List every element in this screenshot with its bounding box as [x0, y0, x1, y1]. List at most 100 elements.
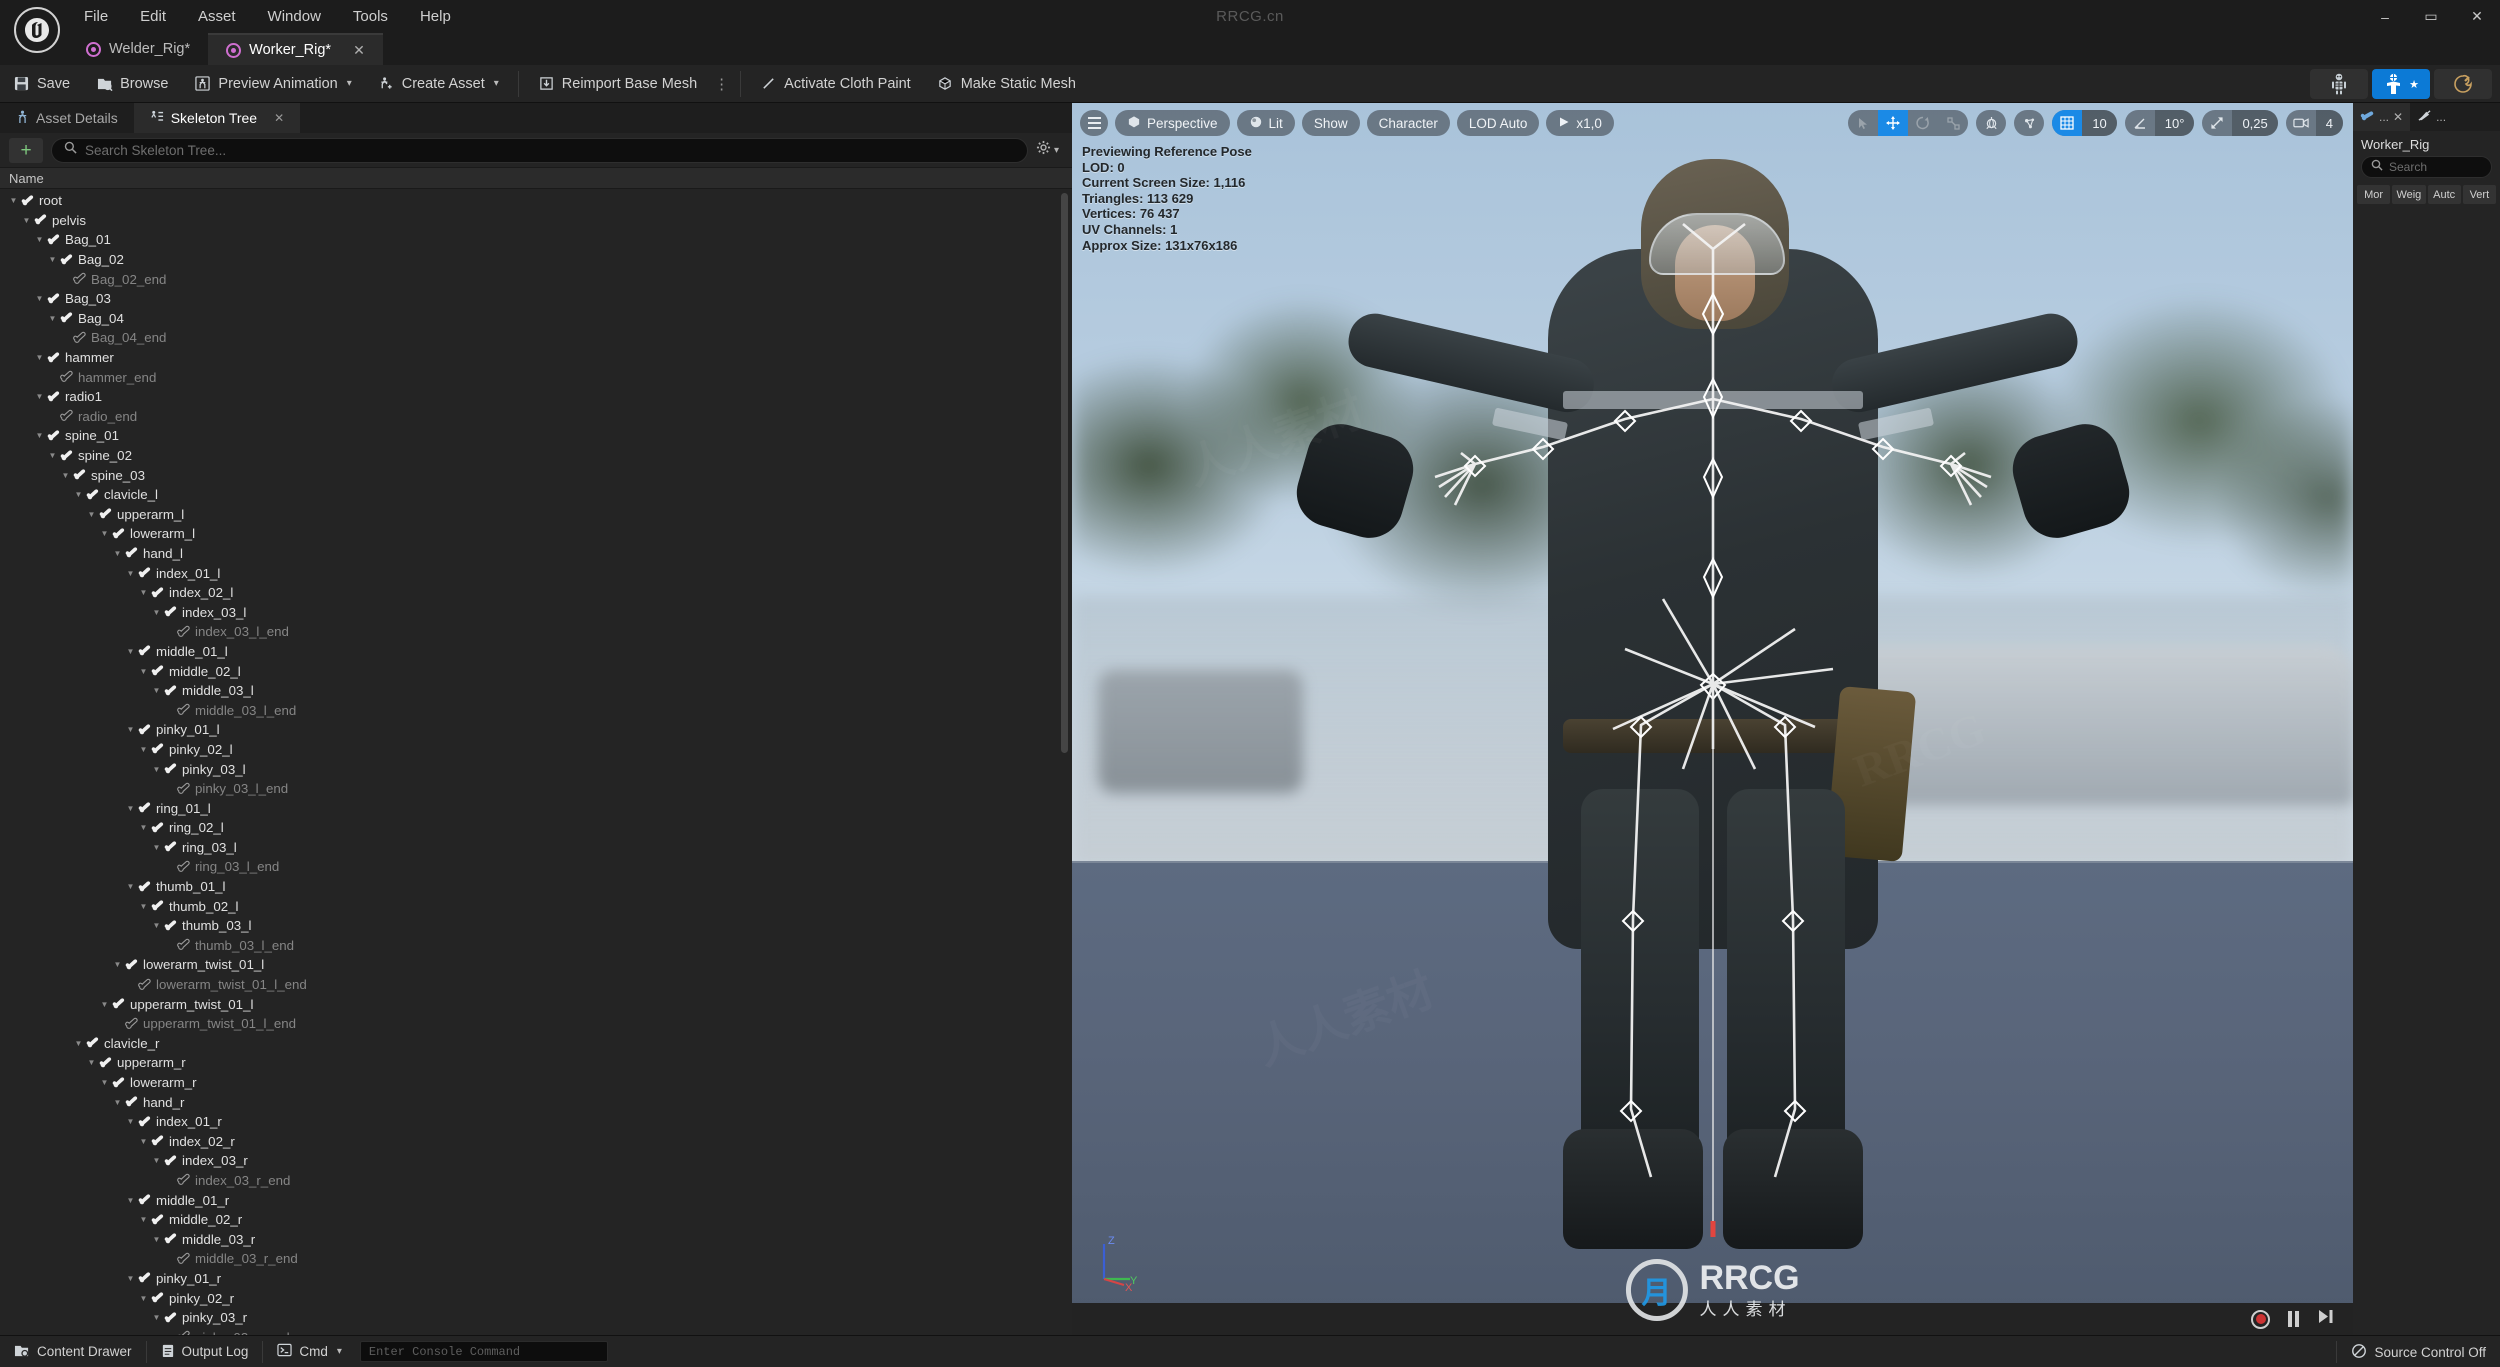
console-command-input[interactable]: Enter Console Command — [360, 1341, 608, 1362]
bone-row[interactable]: ▼spine_03 — [0, 465, 1072, 485]
chevron-down-icon[interactable]: ▾ — [1054, 145, 1059, 156]
bone-row[interactable]: ▼middle_02_l — [0, 661, 1072, 681]
maximize-button[interactable]: ▭ — [2408, 0, 2454, 33]
tree-expand-caret-icon[interactable]: ▼ — [21, 215, 32, 226]
menu-tools[interactable]: Tools — [337, 3, 404, 30]
reimport-options-icon[interactable]: ⋮ — [710, 75, 734, 93]
tree-expand-caret-icon[interactable]: ▼ — [8, 195, 19, 206]
tree-expand-caret-icon[interactable]: ▼ — [112, 1097, 123, 1108]
tree-expand-caret-icon[interactable]: ▼ — [125, 568, 136, 579]
bone-row[interactable]: ▼pinky_03_l — [0, 759, 1072, 779]
rotate-tool-icon[interactable] — [1908, 110, 1938, 136]
viewport-playrate-button[interactable]: x1,0 — [1546, 110, 1614, 136]
chevron-down-icon[interactable]: ▾ — [337, 1346, 342, 1357]
bone-row[interactable]: ▼clavicle_r — [0, 1034, 1072, 1054]
bone-tree-list[interactable]: ▼root▼pelvis▼Bag_01▼Bag_02Bag_02_end▼Bag… — [0, 189, 1072, 1335]
tree-expand-caret-icon[interactable]: ▼ — [151, 1312, 162, 1323]
tree-scrollbar[interactable] — [1061, 193, 1068, 753]
bone-row[interactable]: middle_03_l_end — [0, 700, 1072, 720]
bone-row[interactable]: ▼thumb_01_l — [0, 877, 1072, 897]
tree-expand-caret-icon[interactable]: ▼ — [60, 470, 71, 481]
menu-file[interactable]: File — [68, 3, 124, 30]
bone-row[interactable]: ▼index_01_r — [0, 1112, 1072, 1132]
tree-expand-caret-icon[interactable]: ▼ — [138, 1293, 149, 1304]
select-tool-icon[interactable] — [1848, 110, 1878, 136]
pause-icon[interactable] — [2288, 1311, 2299, 1327]
close-button[interactable]: ✕ — [2454, 0, 2500, 33]
tree-expand-caret-icon[interactable]: ▼ — [138, 587, 149, 598]
bone-row[interactable]: ▼thumb_02_l — [0, 896, 1072, 916]
tree-expand-caret-icon[interactable]: ▼ — [86, 509, 97, 520]
tree-expand-caret-icon[interactable]: ▼ — [138, 744, 149, 755]
right-panel-search-input[interactable]: Search — [2361, 156, 2492, 178]
tree-expand-caret-icon[interactable]: ▼ — [34, 352, 45, 363]
bone-row[interactable]: ▼pinky_02_r — [0, 1288, 1072, 1308]
viewport-lit-button[interactable]: Lit — [1237, 110, 1295, 136]
bone-row[interactable]: ▼ring_01_l — [0, 798, 1072, 818]
bone-row[interactable]: ▼spine_01 — [0, 426, 1072, 446]
tree-expand-caret-icon[interactable]: ▼ — [34, 234, 45, 245]
camera-speed-value[interactable]: 4 — [2316, 110, 2343, 136]
skeleton-mode-button[interactable] — [2310, 69, 2368, 99]
bone-row[interactable]: Bag_02_end — [0, 269, 1072, 289]
bone-row[interactable]: ▼Bag_04 — [0, 309, 1072, 329]
tree-expand-caret-icon[interactable]: ▼ — [47, 450, 58, 461]
bone-row[interactable]: ▼index_02_r — [0, 1132, 1072, 1152]
tree-expand-caret-icon[interactable]: ▼ — [138, 901, 149, 912]
bone-row[interactable]: index_03_l_end — [0, 622, 1072, 642]
tree-expand-caret-icon[interactable]: ▼ — [47, 313, 58, 324]
tree-expand-caret-icon[interactable]: ▼ — [125, 724, 136, 735]
bone-row[interactable]: ▼lowerarm_r — [0, 1073, 1072, 1093]
step-forward-icon[interactable] — [2317, 1308, 2335, 1330]
viewport-lod-button[interactable]: LOD Auto — [1457, 110, 1540, 136]
surface-snap-button[interactable] — [2014, 110, 2044, 136]
create-asset-button[interactable]: Create Asset ▾ — [365, 65, 512, 103]
bone-row[interactable]: ▼pinky_02_l — [0, 740, 1072, 760]
tree-expand-caret-icon[interactable]: ▼ — [138, 666, 149, 677]
tab-paint-tool[interactable]: ... — [2410, 103, 2453, 131]
tree-expand-caret-icon[interactable]: ▼ — [73, 1038, 84, 1049]
menu-asset[interactable]: Asset — [182, 3, 252, 30]
bone-row[interactable]: ▼hand_l — [0, 544, 1072, 564]
bone-row[interactable]: ▼middle_03_r — [0, 1229, 1072, 1249]
tree-expand-caret-icon[interactable]: ▼ — [47, 254, 58, 265]
bone-row[interactable]: ▼clavicle_l — [0, 485, 1072, 505]
bone-row[interactable]: ▼pinky_01_l — [0, 720, 1072, 740]
chevron-down-icon[interactable]: ▾ — [347, 78, 352, 89]
chevron-down-icon[interactable]: ▾ — [494, 78, 499, 89]
bone-row[interactable]: middle_03_r_end — [0, 1249, 1072, 1269]
close-icon[interactable]: ✕ — [2393, 110, 2403, 124]
minimize-button[interactable]: – — [2362, 0, 2408, 33]
scale-snap-value[interactable]: 0,25 — [2232, 110, 2277, 136]
bone-row[interactable]: ring_03_l_end — [0, 857, 1072, 877]
add-bone-button[interactable]: + — [9, 138, 43, 163]
camera-icon[interactable] — [2286, 110, 2316, 136]
preview-animation-button[interactable]: Preview Animation ▾ — [181, 65, 364, 103]
viewport-character-button[interactable]: Character — [1367, 110, 1450, 136]
bone-row[interactable]: ▼middle_01_r — [0, 1190, 1072, 1210]
bone-row[interactable]: ▼Bag_03 — [0, 289, 1072, 309]
menu-window[interactable]: Window — [252, 3, 337, 30]
tree-expand-caret-icon[interactable]: ▼ — [34, 430, 45, 441]
tree-expand-caret-icon[interactable]: ▼ — [151, 685, 162, 696]
viewport-show-button[interactable]: Show — [1302, 110, 1360, 136]
bone-row[interactable]: ▼pelvis — [0, 211, 1072, 231]
bone-row[interactable]: upperarm_twist_01_l_end — [0, 1014, 1072, 1034]
tree-expand-caret-icon[interactable]: ▼ — [151, 920, 162, 931]
bone-row[interactable]: Bag_04_end — [0, 328, 1072, 348]
tree-expand-caret-icon[interactable]: ▼ — [151, 842, 162, 853]
bone-row[interactable]: radio_end — [0, 407, 1072, 427]
tree-expand-caret-icon[interactable]: ▼ — [125, 1116, 136, 1127]
bone-row[interactable]: ▼ring_03_l — [0, 838, 1072, 858]
make-static-mesh-button[interactable]: Make Static Mesh — [924, 65, 1089, 103]
tree-expand-caret-icon[interactable]: ▼ — [99, 528, 110, 539]
bone-row[interactable]: ▼index_03_l — [0, 602, 1072, 622]
bone-row[interactable]: thumb_03_l_end — [0, 936, 1072, 956]
content-drawer-button[interactable]: Content Drawer — [0, 1336, 146, 1367]
tree-expand-caret-icon[interactable]: ▼ — [138, 822, 149, 833]
tree-expand-caret-icon[interactable]: ▼ — [125, 1195, 136, 1206]
bone-row[interactable]: ▼root — [0, 191, 1072, 211]
tree-expand-caret-icon[interactable]: ▼ — [151, 1155, 162, 1166]
vertex-button[interactable]: Vert — [2463, 185, 2496, 204]
bone-row[interactable]: ▼upperarm_l — [0, 505, 1072, 525]
